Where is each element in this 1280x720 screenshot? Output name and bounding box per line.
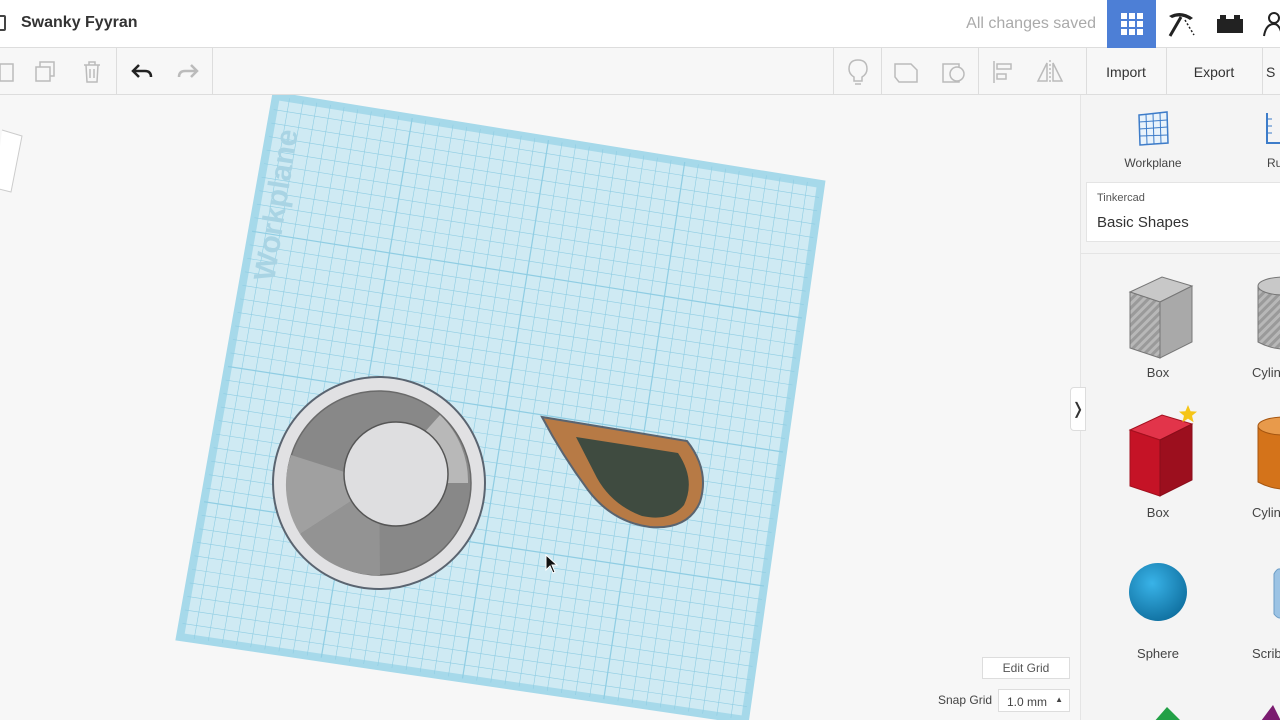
top-bar: Swanky Fyyran All changes saved	[0, 0, 1280, 48]
shape-pyramid-peek[interactable]	[1257, 701, 1280, 720]
bricks-icon	[1216, 15, 1243, 33]
shape-box[interactable]: Box	[1110, 405, 1206, 520]
ruler-button[interactable]: Ru	[1253, 109, 1280, 170]
box-hole-icon	[1128, 276, 1194, 359]
library-source: Tinkercad	[1097, 192, 1145, 204]
snap-grid-label: Snap Grid	[938, 693, 993, 707]
mirror-icon	[1036, 59, 1063, 84]
design-title[interactable]: Swanky Fyyran	[21, 14, 138, 32]
export-button[interactable]: Export	[1167, 48, 1261, 95]
mirror-button[interactable]	[1026, 48, 1073, 95]
menu-icon[interactable]	[0, 15, 6, 31]
workplane-view[interactable]: Workplane	[0, 95, 1080, 720]
snap-grid-select[interactable]: 1.0 mm ▲	[998, 689, 1070, 712]
lightbulb-icon	[847, 58, 868, 85]
align-button[interactable]	[979, 48, 1026, 95]
toolbar-divider	[116, 48, 117, 95]
shape-label: Scrib	[1252, 646, 1280, 661]
grid-view-button[interactable]	[1107, 0, 1156, 48]
redo-button[interactable]	[164, 48, 211, 95]
blocks-button[interactable]	[1156, 0, 1205, 48]
ungroup-button[interactable]	[930, 48, 977, 95]
workplane-button[interactable]: Workplane	[1111, 109, 1195, 170]
shape-label: Cylin	[1252, 505, 1280, 520]
edit-toolbar: Import Export S	[0, 48, 1280, 95]
ungroup-icon	[941, 62, 965, 83]
cylinder-icon	[1257, 416, 1280, 490]
grid-view-icon	[1120, 13, 1143, 35]
shape-box-hole[interactable]: Box	[1110, 272, 1206, 380]
paste-icon	[0, 62, 14, 82]
user-button[interactable]	[1254, 0, 1280, 48]
user-icon	[1263, 12, 1280, 37]
ruler-label: Ru	[1267, 156, 1280, 170]
share-button[interactable]: S	[1266, 48, 1280, 95]
trash-icon	[83, 60, 100, 83]
notes-button[interactable]	[834, 48, 881, 95]
caret-up-icon: ▲	[1055, 695, 1063, 704]
undo-button[interactable]	[118, 48, 165, 95]
redo-icon	[177, 63, 199, 78]
sphere-icon	[1129, 563, 1187, 621]
delete-button[interactable]	[68, 48, 115, 95]
shape-sphere[interactable]: Sphere	[1110, 558, 1206, 661]
shape-label: Cylin	[1252, 365, 1280, 380]
favorite-star-icon[interactable]	[1178, 404, 1198, 424]
shape-label: Box	[1146, 505, 1170, 520]
design-canvas[interactable]: Workplane	[0, 95, 1080, 720]
panel-collapse-toggle[interactable]: ❭	[1070, 387, 1086, 431]
cylinder-hole-icon	[1257, 276, 1280, 350]
workplane-label: Workplane	[1124, 156, 1182, 170]
group-icon	[893, 62, 918, 83]
scribble-icon	[1273, 568, 1280, 619]
duplicate-icon	[34, 60, 55, 82]
shape-library-selector[interactable]: Tinkercad Basic Shapes	[1086, 182, 1280, 242]
pickaxe-icon	[1168, 12, 1195, 37]
group-button[interactable]	[882, 48, 929, 95]
toolbar-divider	[212, 48, 213, 95]
snap-grid-value: 1.0 mm	[1007, 695, 1048, 709]
shape-scribble[interactable]: Scrib	[1236, 558, 1280, 661]
funnel-shape[interactable]	[272, 376, 486, 590]
shapes-panel: Workplane Ru Tinkercad Basic Shapes Box	[1080, 95, 1280, 720]
workplane-icon	[1138, 111, 1169, 146]
edit-grid-button[interactable]: Edit Grid	[982, 657, 1070, 679]
shape-roof-peek[interactable]	[1149, 703, 1189, 720]
shape-cylinder-hole[interactable]: Cylin	[1236, 272, 1280, 380]
bricks-button[interactable]	[1205, 0, 1254, 48]
chevron-right-icon: ❭	[1071, 401, 1085, 418]
import-button[interactable]: Import	[1087, 48, 1165, 95]
view-cube[interactable]	[0, 129, 23, 193]
ruler-icon	[1266, 113, 1280, 144]
undo-icon	[130, 63, 152, 78]
panel-divider	[1081, 253, 1280, 254]
save-status: All changes saved	[966, 15, 1096, 32]
shape-label: Sphere	[1137, 646, 1179, 661]
align-icon	[992, 60, 1012, 83]
toolbar-divider	[1262, 48, 1263, 95]
shape-cylinder[interactable]: Cylin	[1236, 410, 1280, 520]
shape-label: Box	[1146, 365, 1170, 380]
library-name: Basic Shapes	[1097, 214, 1189, 231]
duplicate-button[interactable]	[21, 48, 68, 95]
